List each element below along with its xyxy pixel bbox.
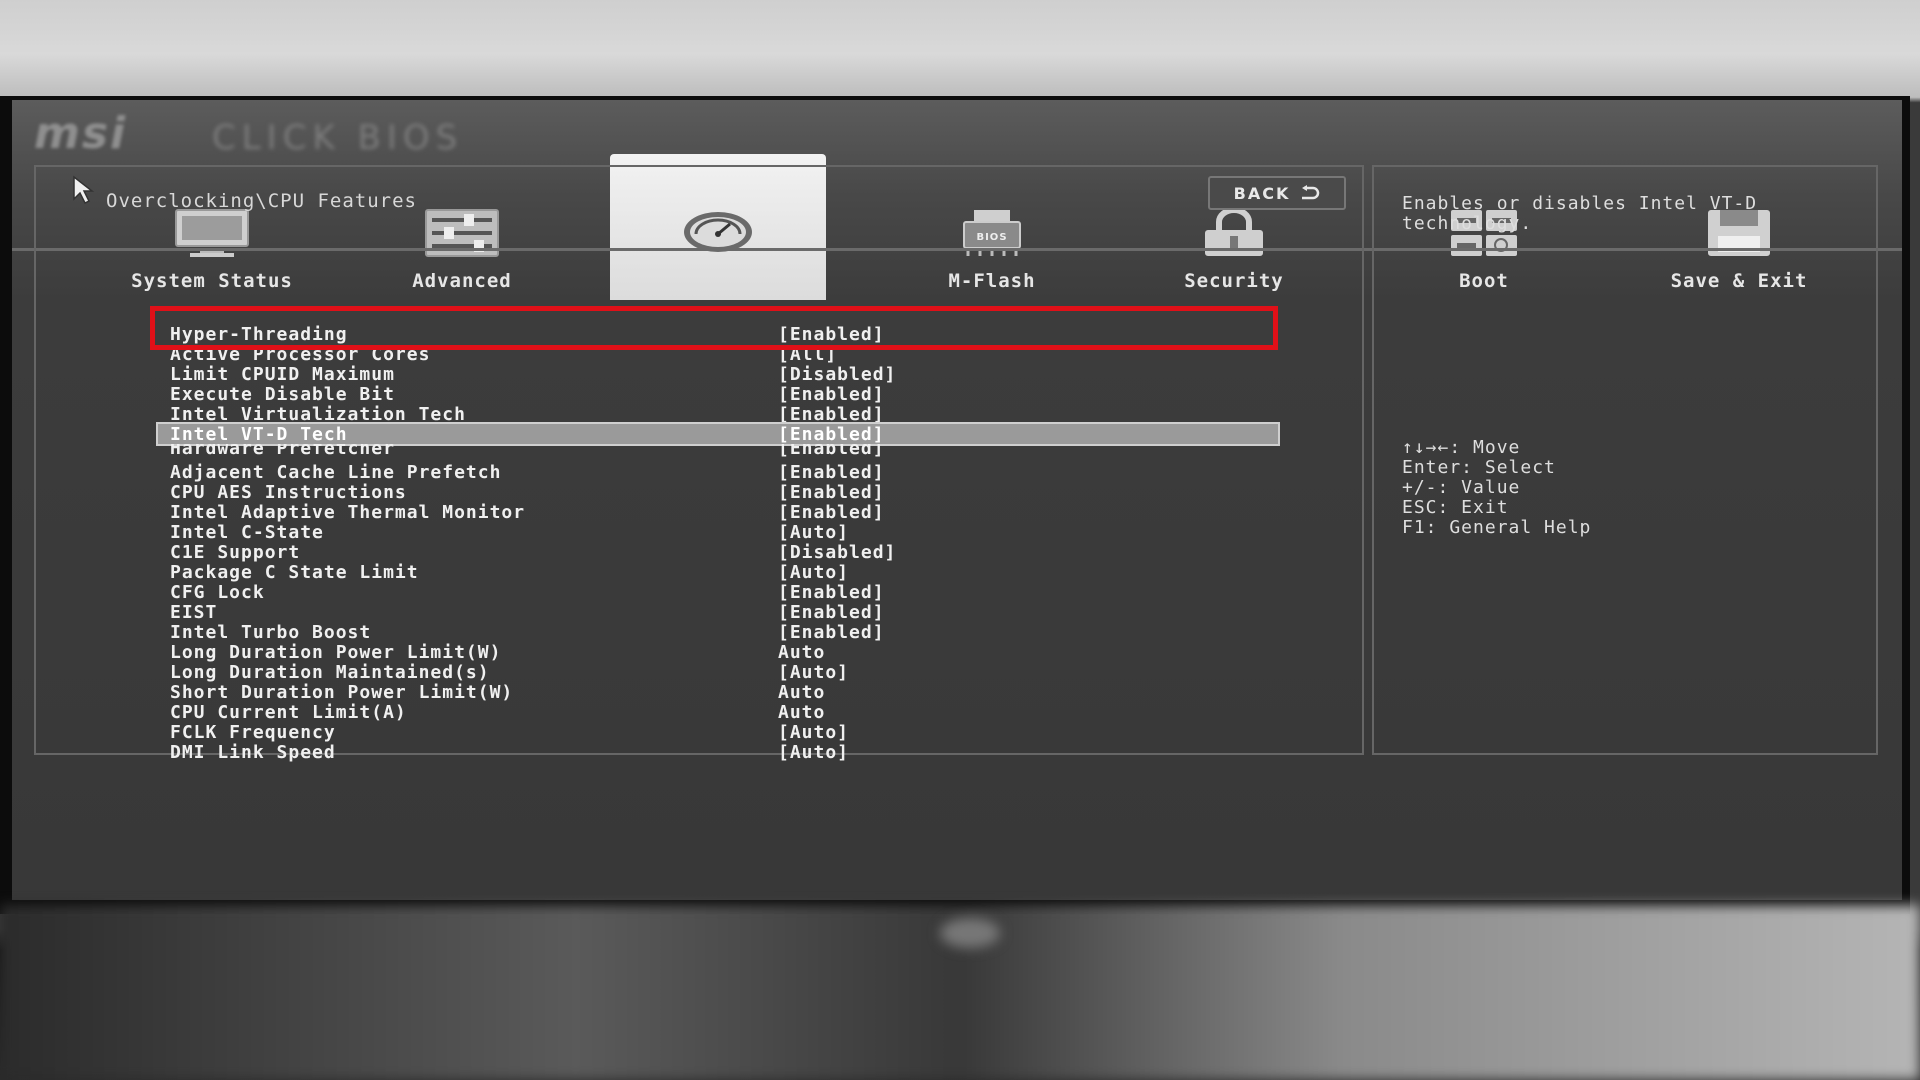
setting-row-cpu-current-limit[interactable]: CPU Current Limit(A) Auto: [158, 702, 1278, 723]
setting-value[interactable]: [Auto]: [778, 722, 849, 743]
setting-value[interactable]: [Disabled]: [778, 364, 896, 385]
back-button[interactable]: BACK: [1208, 176, 1346, 210]
setting-value[interactable]: Auto: [778, 642, 825, 663]
setting-row-fclk-frequency[interactable]: FCLK Frequency [Auto]: [158, 722, 1278, 743]
setting-row-cpu-aes-instructions[interactable]: CPU AES Instructions [Enabled]: [158, 482, 1278, 503]
setting-value[interactable]: [Enabled]: [778, 602, 885, 623]
setting-label: Intel Adaptive Thermal Monitor: [170, 502, 526, 523]
setting-value[interactable]: [Auto]: [778, 742, 849, 763]
setting-value[interactable]: Auto: [778, 702, 825, 723]
setting-value[interactable]: [Enabled]: [778, 404, 885, 425]
setting-value[interactable]: [Enabled]: [778, 482, 885, 503]
setting-row-hardware-prefetcher[interactable]: Hardware Prefetcher [Enabled]: [158, 444, 1278, 462]
setting-label: Long Duration Maintained(s): [170, 662, 490, 683]
setting-value[interactable]: [Enabled]: [778, 462, 885, 483]
setting-label: Limit CPUID Maximum: [170, 364, 395, 385]
setting-value[interactable]: [Enabled]: [778, 384, 885, 405]
setting-label: Intel Virtualization Tech: [170, 404, 466, 425]
setting-row-limit-cpuid-maximum[interactable]: Limit CPUID Maximum [Disabled]: [158, 364, 1278, 385]
return-arrow-icon: [1302, 185, 1320, 200]
setting-row-package-c-state-limit[interactable]: Package C State Limit [Auto]: [158, 562, 1278, 583]
msi-logo: msi: [34, 108, 128, 159]
setting-row-long-duration-power-limit[interactable]: Long Duration Power Limit(W) Auto: [158, 642, 1278, 663]
setting-value[interactable]: [Enabled]: [778, 502, 885, 523]
setting-value[interactable]: [Auto]: [778, 522, 849, 543]
setting-label: FCLK Frequency: [170, 722, 336, 743]
setting-row-intel-vt-d-tech[interactable]: Intel VT-D Tech [Enabled]: [156, 422, 1280, 446]
setting-row-short-duration-power-limit[interactable]: Short Duration Power Limit(W) Auto: [158, 682, 1278, 703]
setting-label: Adjacent Cache Line Prefetch: [170, 462, 502, 483]
setting-value[interactable]: [Enabled]: [778, 424, 885, 445]
setting-label: Intel VT-D Tech: [170, 424, 348, 445]
key-hint-help: F1: General Help: [1402, 517, 1592, 538]
setting-row-intel-turbo-boost[interactable]: Intel Turbo Boost [Enabled]: [158, 622, 1278, 643]
monitor-stand: [940, 918, 1000, 948]
setting-label: CPU Current Limit(A): [170, 702, 407, 723]
setting-value[interactable]: [Enabled]: [778, 622, 885, 643]
setting-label: Short Duration Power Limit(W): [170, 682, 514, 703]
click-bios-logo: CLICK BIOS: [212, 118, 464, 158]
setting-row-dmi-link-speed[interactable]: DMI Link Speed [Auto]: [158, 742, 1278, 763]
back-button-label: BACK: [1233, 183, 1291, 203]
setting-row-intel-c-state[interactable]: Intel C-State [Auto]: [158, 522, 1278, 543]
key-hint-select: Enter: Select: [1402, 457, 1556, 478]
setting-row-adjacent-cache-line-prefetch[interactable]: Adjacent Cache Line Prefetch [Enabled]: [158, 462, 1278, 483]
setting-row-intel-adaptive-thermal-monitor[interactable]: Intel Adaptive Thermal Monitor [Enabled]: [158, 502, 1278, 523]
setting-label: Hardware Prefetcher: [170, 444, 395, 459]
setting-row-cfg-lock[interactable]: CFG Lock [Enabled]: [158, 582, 1278, 603]
breadcrumb: Overclocking\CPU Features: [106, 190, 417, 212]
setting-row-c1e-support[interactable]: C1E Support [Disabled]: [158, 542, 1278, 563]
setting-row-intel-virtualization-tech[interactable]: Intel Virtualization Tech [Enabled]: [158, 404, 1278, 425]
setting-label: C1E Support: [170, 542, 301, 563]
setting-value[interactable]: [Disabled]: [778, 542, 896, 563]
setting-label: Execute Disable Bit: [170, 384, 395, 405]
setting-label: DMI Link Speed: [170, 742, 336, 763]
photo-frame: msi CLICK BIOS System Status Advanced BI…: [0, 0, 1920, 1080]
key-hint-move: ↑↓→←: Move: [1402, 437, 1521, 458]
key-hint-value: +/-: Value: [1402, 477, 1521, 498]
setting-label: Intel C-State: [170, 522, 324, 543]
key-hint-exit: ESC: Exit: [1402, 497, 1509, 518]
setting-value[interactable]: [Enabled]: [778, 582, 885, 603]
setting-label: EIST: [170, 602, 218, 623]
settings-list: Hyper-Threading [Enabled] Active Processo…: [156, 218, 1280, 763]
mouse-cursor-icon: [73, 175, 95, 205]
setting-row-eist[interactable]: EIST [Enabled]: [158, 602, 1278, 623]
setting-label: CPU AES Instructions: [170, 482, 407, 503]
setting-label: CFG Lock: [170, 582, 265, 603]
setting-row-long-duration-maintained[interactable]: Long Duration Maintained(s) [Auto]: [158, 662, 1278, 683]
annotation-highlight-box: [150, 306, 1278, 350]
setting-row-execute-disable-bit[interactable]: Execute Disable Bit [Enabled]: [158, 384, 1278, 405]
setting-value[interactable]: [Auto]: [778, 562, 849, 583]
setting-value[interactable]: Auto: [778, 682, 825, 703]
setting-label: Package C State Limit: [170, 562, 419, 583]
setting-label: Long Duration Power Limit(W): [170, 642, 502, 663]
help-description: Enables or disables Intel VT-D technolog…: [1402, 193, 1758, 234]
setting-label: Intel Turbo Boost: [170, 622, 372, 643]
key-legend: ↑↓→←: Move Enter: Select +/-: Value ESC:…: [1402, 438, 1591, 538]
setting-value[interactable]: [Enabled]: [778, 444, 885, 459]
setting-value[interactable]: [Auto]: [778, 662, 849, 683]
